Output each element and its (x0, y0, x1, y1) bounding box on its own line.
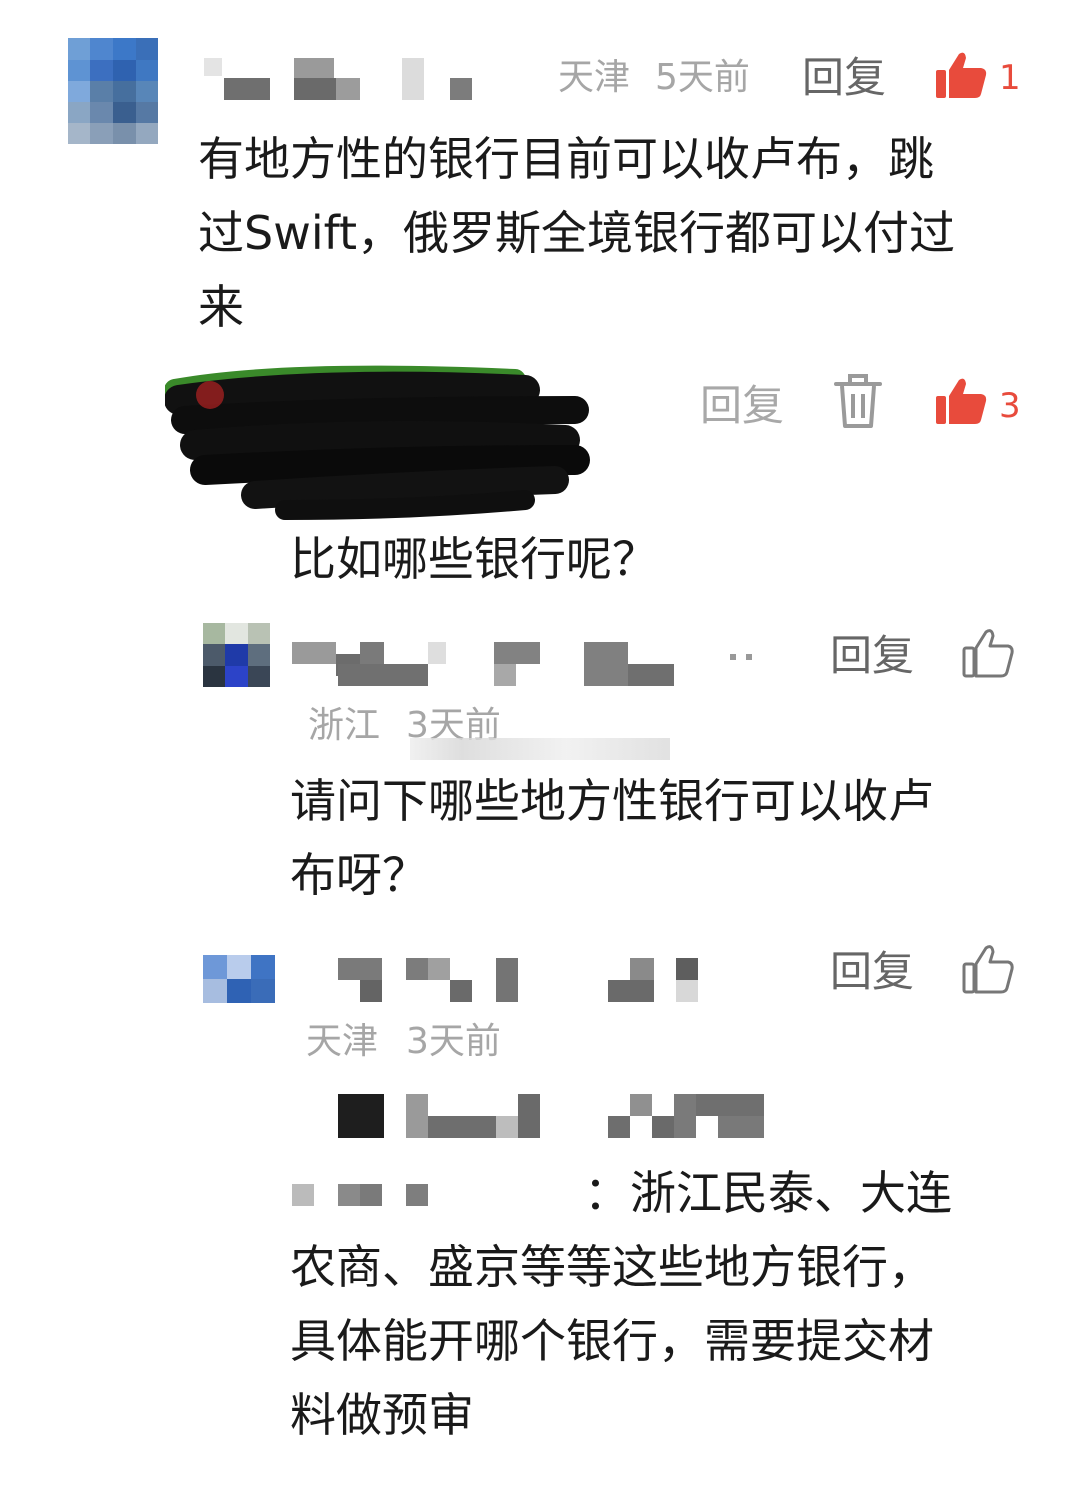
thumbs-up-filled-icon (936, 52, 987, 98)
reply-text-line: 具体能开哪个银行，需要提交材 (290, 1314, 934, 1368)
reply-location: 天津 (306, 1021, 379, 1062)
username-redacted[interactable] (200, 52, 490, 104)
comment-text-line: 有地方性的银行目前可以收卢布，跳 (198, 132, 934, 186)
reply-location: 浙江 (308, 705, 381, 746)
reply-text-first: ：浙江民泰、大连 (584, 1166, 952, 1220)
reply-button[interactable]: 回复 (802, 54, 886, 102)
reply-text-line: 请问下哪些地方性银行可以收卢 (290, 774, 934, 828)
reply-text: 比如哪些银行呢？ (290, 532, 658, 586)
like-count: 1 (999, 58, 1021, 98)
comment-text-line: 来 (198, 280, 244, 334)
reply-text-line: 布呀？ (290, 848, 428, 902)
reply-text-line: 料做预审 (290, 1388, 474, 1442)
avatar[interactable] (203, 955, 275, 1003)
comment-text-line: 过Swift，俄罗斯全境银行都可以付过 (198, 206, 956, 260)
like-button[interactable]: 1 (935, 50, 1025, 102)
thumbs-up-filled-icon (936, 378, 987, 424)
reply-button[interactable]: 回复 (700, 382, 784, 430)
redaction-scribble (165, 365, 590, 520)
thumbs-up-outline-icon[interactable] (962, 944, 1014, 994)
thumbs-up-outline-icon[interactable] (962, 628, 1014, 678)
like-button[interactable]: 3 (935, 376, 1025, 428)
avatar[interactable] (203, 623, 270, 687)
blur-smudge (410, 738, 670, 760)
username-redacted[interactable] (292, 640, 772, 688)
reply-time: 3天前 (406, 1021, 501, 1062)
mention-redacted-small (292, 1184, 432, 1206)
reply-button[interactable]: 回复 (830, 948, 914, 996)
reply-button[interactable]: 回复 (830, 632, 914, 680)
reply-text-line: 农商、盛京等等这些地方银行， (290, 1240, 934, 1294)
comment-location: 天津 (558, 57, 631, 98)
mention-redacted (338, 1094, 768, 1140)
comment-time: 5天前 (655, 57, 750, 98)
like-count: 3 (999, 386, 1021, 426)
trash-icon[interactable] (834, 374, 882, 430)
reply-text: 请问下哪些地方性银行可以收卢 布呀？ (290, 764, 1050, 912)
comment-text: 有地方性的银行目前可以收卢布，跳 过Swift，俄罗斯全境银行都可以付过 来 (198, 122, 1058, 344)
avatar[interactable] (68, 38, 158, 144)
username-redacted[interactable] (338, 958, 708, 1004)
reply-text: 农商、盛京等等这些地方银行， 具体能开哪个银行，需要提交材 料做预审 (290, 1230, 1050, 1452)
